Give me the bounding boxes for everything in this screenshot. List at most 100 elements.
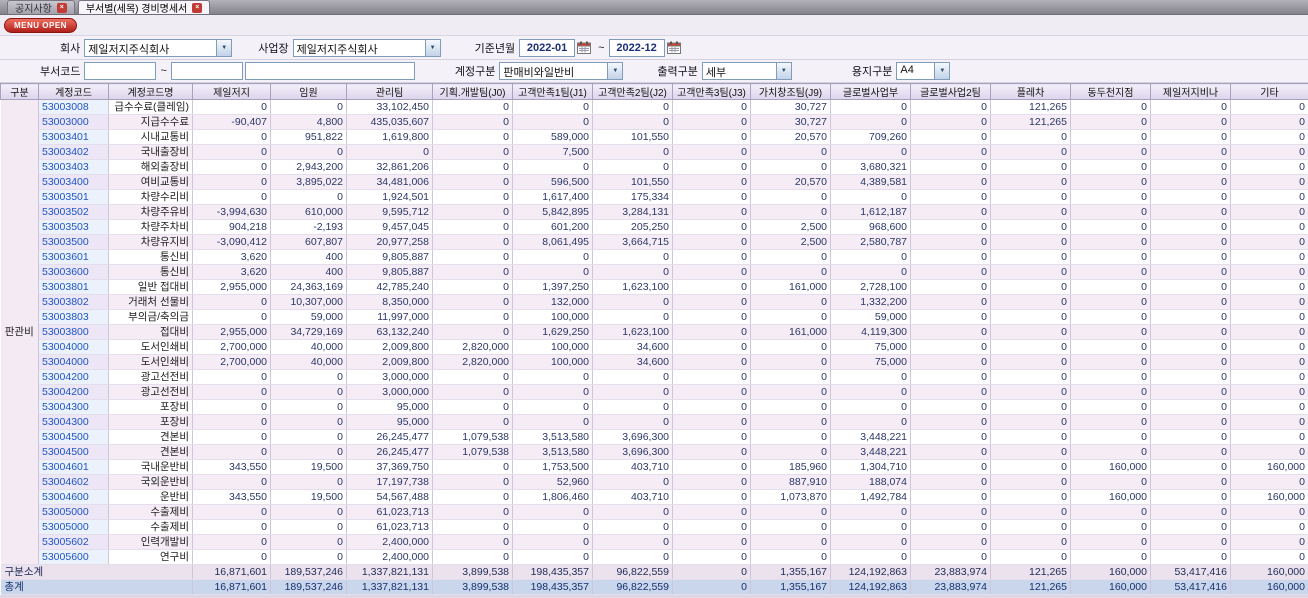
amount-cell: 0 <box>1150 234 1231 250</box>
dept-name-field[interactable] <box>244 62 415 80</box>
column-header[interactable]: 임원 <box>270 83 347 100</box>
company-select[interactable]: 제일저지주식회사 ▼ <box>84 38 233 57</box>
column-header[interactable]: 기획.개발팀(J0) <box>432 83 513 100</box>
table-row[interactable]: 53004000 도서인쇄비 2,700,000 40,000 2,009,800 2,8… <box>1 339 1308 355</box>
period-to-input[interactable] <box>608 38 665 57</box>
amount-cell: 0 <box>270 144 347 160</box>
amount-cell: 0 <box>990 384 1071 400</box>
amount-cell: 160,000 <box>1230 564 1308 580</box>
amount-cell: 0 <box>750 444 831 460</box>
table-row[interactable]: 53005000 수출제비 0 0 61,023,713 0 0 0 0 0 0 0 0 0 0 0 <box>1 519 1308 535</box>
dept-code-to-input[interactable] <box>170 62 243 80</box>
table-row[interactable]: 53003500 차량유지비 -3,090,412 607,807 20,977,258… <box>1 234 1308 250</box>
column-header[interactable]: 제일저지 <box>192 83 271 100</box>
table-row[interactable]: 53004200 광고선전비 0 0 3,000,000 0 0 0 0 0 0 0 0 0 0 0 <box>1 369 1308 385</box>
amount-cell: 0 <box>990 504 1071 520</box>
paper-type-select[interactable]: A4 ▼ <box>896 62 951 80</box>
calendar-icon[interactable] <box>577 41 592 54</box>
amount-cell: 160,000 <box>1230 579 1308 595</box>
amount-cell: 1,355,167 <box>750 579 831 595</box>
amount-cell: 0 <box>192 504 271 520</box>
column-header[interactable]: 동두천지점 <box>1070 83 1151 100</box>
table-row[interactable]: 53003401 시내교통비 0 951,822 1,619,800 0 589,000 10… <box>1 129 1308 145</box>
amount-cell: 0 <box>1070 429 1151 445</box>
table-row[interactable]: 53003803 부의금/축의금 0 59,000 11,997,000 0 100,000… <box>1 309 1308 325</box>
close-icon[interactable]: × <box>56 2 67 13</box>
account-code-cell: 53003008 <box>38 99 109 115</box>
amount-cell: 0 <box>910 369 991 385</box>
amount-cell: 0 <box>910 294 991 310</box>
output-type-select[interactable]: 세부 ▼ <box>701 62 792 80</box>
table-row[interactable]: 53004300 포장비 0 0 95,000 0 0 0 0 0 0 0 0 0 0 0 <box>1 399 1308 415</box>
column-header[interactable]: 글로벌사업부 <box>830 83 911 100</box>
amount-cell: 34,600 <box>592 354 673 370</box>
table-row[interactable]: 53003502 차량주유비 -3,994,630 610,000 9,595,712 0… <box>1 204 1308 220</box>
grand-total-row[interactable]: 총계 16,871,601 189,537,246 1,337,821,131 3,89… <box>0 579 1308 595</box>
table-row[interactable]: 53004500 견본비 0 0 26,245,477 1,079,538 3,513,58… <box>1 429 1308 445</box>
table-row[interactable]: 53003400 여비교통비 0 3,895,022 34,481,006 0 596,50… <box>1 174 1308 190</box>
period-from-input[interactable] <box>519 38 576 57</box>
table-row[interactable]: 53003000 지급수수료 -90,407 4,800 435,035,607 0 0 0 0… <box>1 114 1308 130</box>
column-header[interactable]: 고객만족2팀(J2) <box>592 83 673 100</box>
amount-cell: 887,910 <box>750 474 831 490</box>
column-header[interactable]: 계정코드명 <box>108 83 193 100</box>
table-row[interactable]: 53004500 견본비 0 0 26,245,477 1,079,538 3,513,58… <box>1 444 1308 460</box>
table-row[interactable]: 53003800 접대비 2,955,000 34,729,169 63,132,240… <box>1 324 1308 340</box>
column-header[interactable]: 고객만족1팀(J1) <box>512 83 593 100</box>
column-header[interactable]: 글로벌사업2팀 <box>910 83 991 100</box>
calendar-icon[interactable] <box>666 41 681 54</box>
table-row[interactable]: 53004300 포장비 0 0 95,000 0 0 0 0 0 0 0 0 0 0 0 <box>1 414 1308 430</box>
tab-expense-report[interactable]: 부서별(세목) 경비명세서 × <box>77 0 211 15</box>
amount-cell: 0 <box>592 249 673 265</box>
amount-cell: 0 <box>830 144 911 160</box>
column-header[interactable]: 관리팀 <box>346 83 433 100</box>
amount-cell: 0 <box>1230 129 1308 145</box>
workplace-select[interactable]: 제일저지주식회사 ▼ <box>292 38 441 57</box>
table-row[interactable]: 판관비 53003008 급수수료(클레임) 0 0 33,102,450 0 0 0 0 30,7… <box>0 99 1308 565</box>
table-row[interactable]: 53005602 인력개발비 0 0 2,400,000 0 0 0 0 0 0 0 0 0 0 0 <box>1 534 1308 550</box>
amount-cell: 0 <box>672 429 751 445</box>
column-header[interactable]: 고객만족3팀(J3) <box>672 83 751 100</box>
amount-cell: 0 <box>1230 534 1308 550</box>
amount-cell: 0 <box>672 504 751 520</box>
table-row[interactable]: 53005600 연구비 0 0 2,400,000 0 0 0 0 0 0 0 0 0 0 0 <box>1 549 1308 565</box>
column-header[interactable]: 가치창조팀(J9) <box>750 83 831 100</box>
amount-cell: 189,537,246 <box>270 564 347 580</box>
table-row[interactable]: 53003801 일반 접대비 2,955,000 24,363,169 42,785,… <box>1 279 1308 295</box>
account-type-select[interactable]: 판매비와일반비 ▼ <box>499 62 624 80</box>
column-header[interactable]: 계정코드 <box>38 83 109 100</box>
table-row[interactable]: 53004601 국내운반비 343,550 19,500 37,369,750 0 1,7… <box>1 459 1308 475</box>
subtotal-row[interactable]: 구분소계 16,871,601 189,537,246 1,337,821,131 3,… <box>0 564 1308 580</box>
table-row[interactable]: 53005000 수출제비 0 0 61,023,713 0 0 0 0 0 0 0 0 0 0 0 <box>1 504 1308 520</box>
amount-cell: 1,623,100 <box>592 279 673 295</box>
account-code-cell: 53005000 <box>38 519 109 535</box>
table-row[interactable]: 53003501 차량수리비 0 0 1,924,501 0 1,617,400 175,33… <box>1 189 1308 205</box>
table-row[interactable]: 53003403 해외출장비 0 2,943,200 32,861,206 0 0 0 0 0 3,… <box>1 159 1308 175</box>
table-row[interactable]: 53004200 광고선전비 0 0 3,000,000 0 0 0 0 0 0 0 0 0 0 0 <box>1 384 1308 400</box>
table-row[interactable]: 53004602 국외운반비 0 0 17,197,738 0 52,960 0 0 887,91… <box>1 474 1308 490</box>
amount-cell: 0 <box>432 174 513 190</box>
column-header[interactable]: 제일저지비나 <box>1150 83 1231 100</box>
amount-cell: 0 <box>432 159 513 175</box>
amount-cell: 188,074 <box>830 474 911 490</box>
close-icon[interactable]: × <box>192 2 203 13</box>
table-row[interactable]: 53003402 국내출장비 0 0 0 0 7,500 0 0 0 0 0 0 0 0 0 <box>1 144 1308 160</box>
table-row[interactable]: 53003503 차량주차비 904,218 -2,193 9,457,045 0 601,… <box>1 219 1308 235</box>
account-code-cell: 53003803 <box>38 309 109 325</box>
account-code-cell: 53003802 <box>38 294 109 310</box>
column-header[interactable]: 구분 <box>0 83 39 100</box>
dept-code-from-input[interactable] <box>84 62 157 80</box>
amount-cell: 0 <box>990 324 1071 340</box>
menu-open-button[interactable]: MENU OPEN <box>4 17 77 33</box>
amount-cell: 189,537,246 <box>270 579 347 595</box>
amount-cell: 54,567,488 <box>346 489 433 505</box>
column-header[interactable]: 기타 <box>1230 83 1308 100</box>
table-row[interactable]: 53003601 통신비 3,620 400 9,805,887 0 0 0 0 0 0 0 0 0 0 0 <box>1 249 1308 265</box>
table-row[interactable]: 53004000 도서인쇄비 2,700,000 40,000 2,009,800 2,8… <box>1 354 1308 370</box>
amount-cell: 40,000 <box>270 354 347 370</box>
table-row[interactable]: 53003802 거래처 선물비 0 10,307,000 8,350,000 0 132,… <box>1 294 1308 310</box>
tab-notice[interactable]: 공지사항 × <box>7 0 75 15</box>
table-row[interactable]: 53003600 통신비 3,620 400 9,805,887 0 0 0 0 0 0 0 0 0 0 0 <box>1 264 1308 280</box>
table-row[interactable]: 53004600 운반비 343,550 19,500 54,567,488 0 1,806… <box>1 489 1308 505</box>
column-header[interactable]: 플레차 <box>990 83 1071 100</box>
